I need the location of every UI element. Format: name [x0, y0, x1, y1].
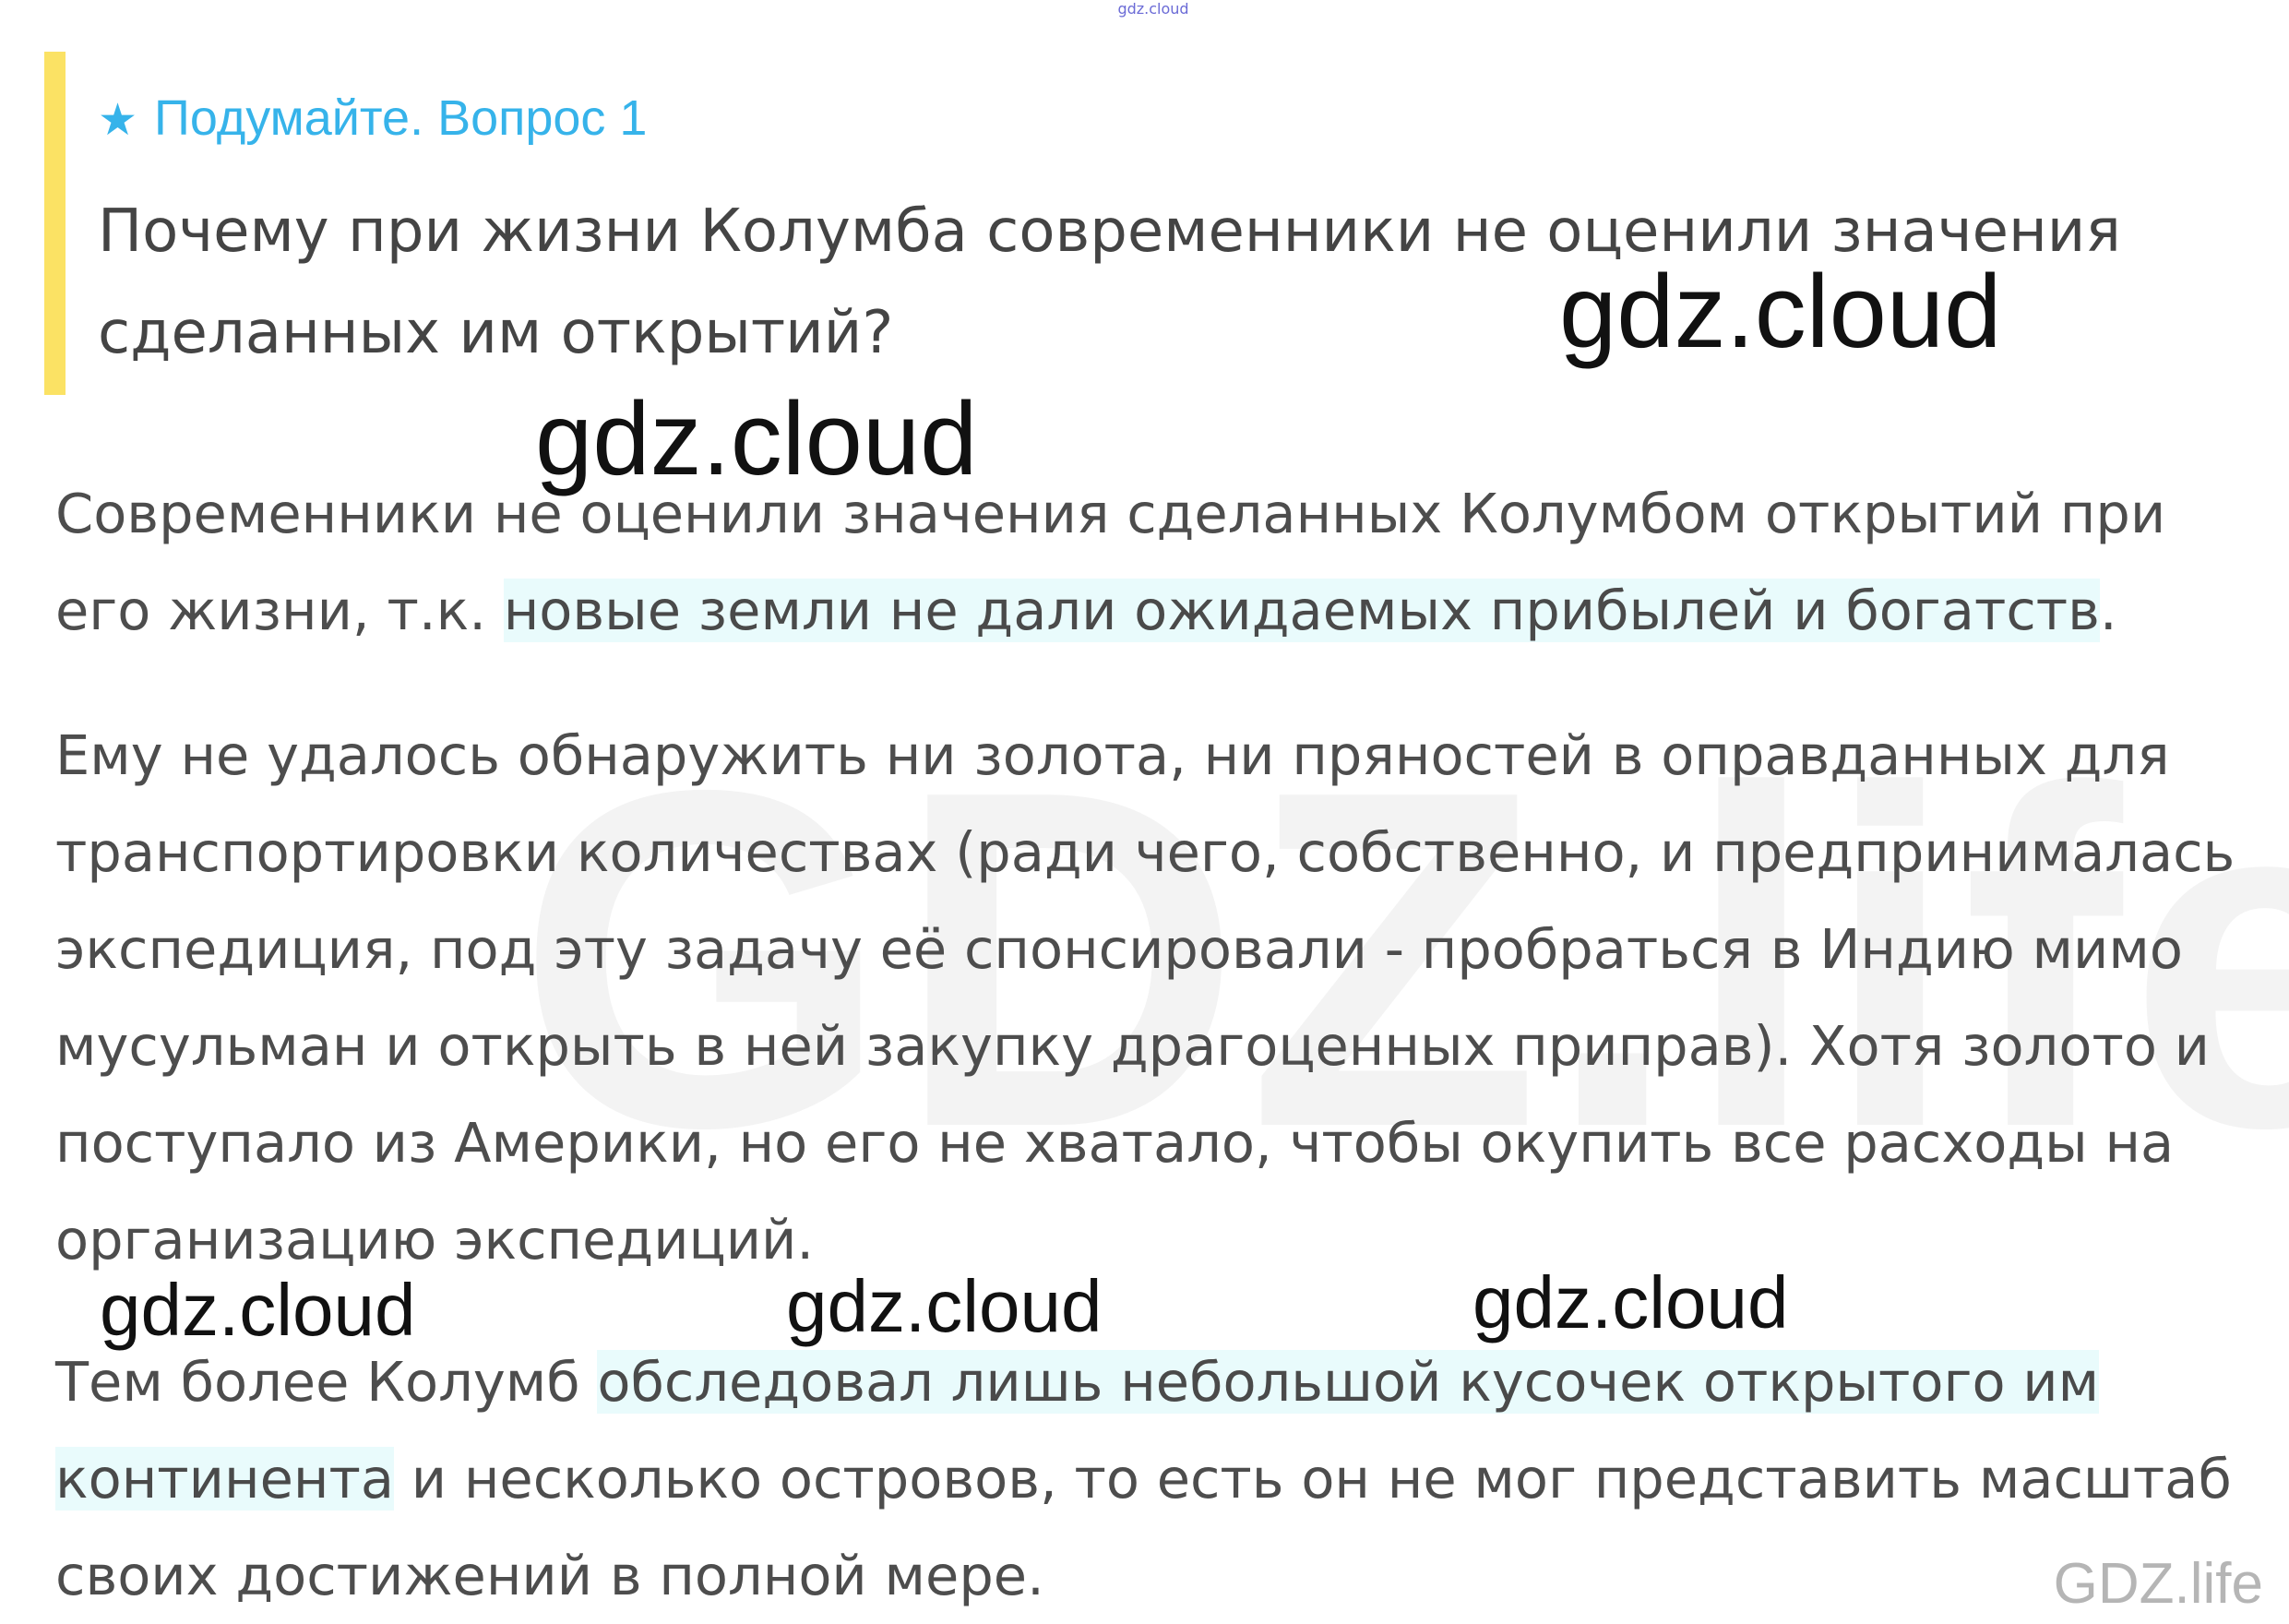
answer-p1-highlight: новые земли не дали ожидаемых прибылей и…	[503, 579, 2100, 642]
cloud-watermark: gdz.cloud	[1559, 254, 2002, 369]
answer-paragraph-3: Тем более Колумб обследовал лишь небольш…	[55, 1333, 2270, 1624]
star-icon: ★	[98, 96, 138, 145]
top-watermark: gdz.cloud	[1117, 0, 1189, 18]
question-heading-text: Подумайте. Вопрос 1	[154, 90, 648, 146]
cloud-watermark: gdz.cloud	[1472, 1261, 1789, 1343]
answer-paragraph-1: Современники не оценили значения сделанн…	[55, 465, 2270, 659]
cloud-watermark: gdz.cloud	[535, 381, 978, 496]
accent-bar	[44, 52, 66, 395]
answer-p3-text: Тем более Колумб	[55, 1350, 598, 1414]
cloud-watermark: gdz.cloud	[100, 1269, 416, 1351]
answer-paragraph-2: Ему не удалось обнаружить ни золота, ни …	[55, 723, 2235, 1272]
corner-watermark: GDZ.life	[2053, 1552, 2263, 1616]
question-heading: ★ Подумайте. Вопрос 1	[98, 85, 647, 154]
cloud-watermark: gdz.cloud	[786, 1265, 1103, 1347]
answer-p1-end: .	[2099, 579, 2117, 642]
